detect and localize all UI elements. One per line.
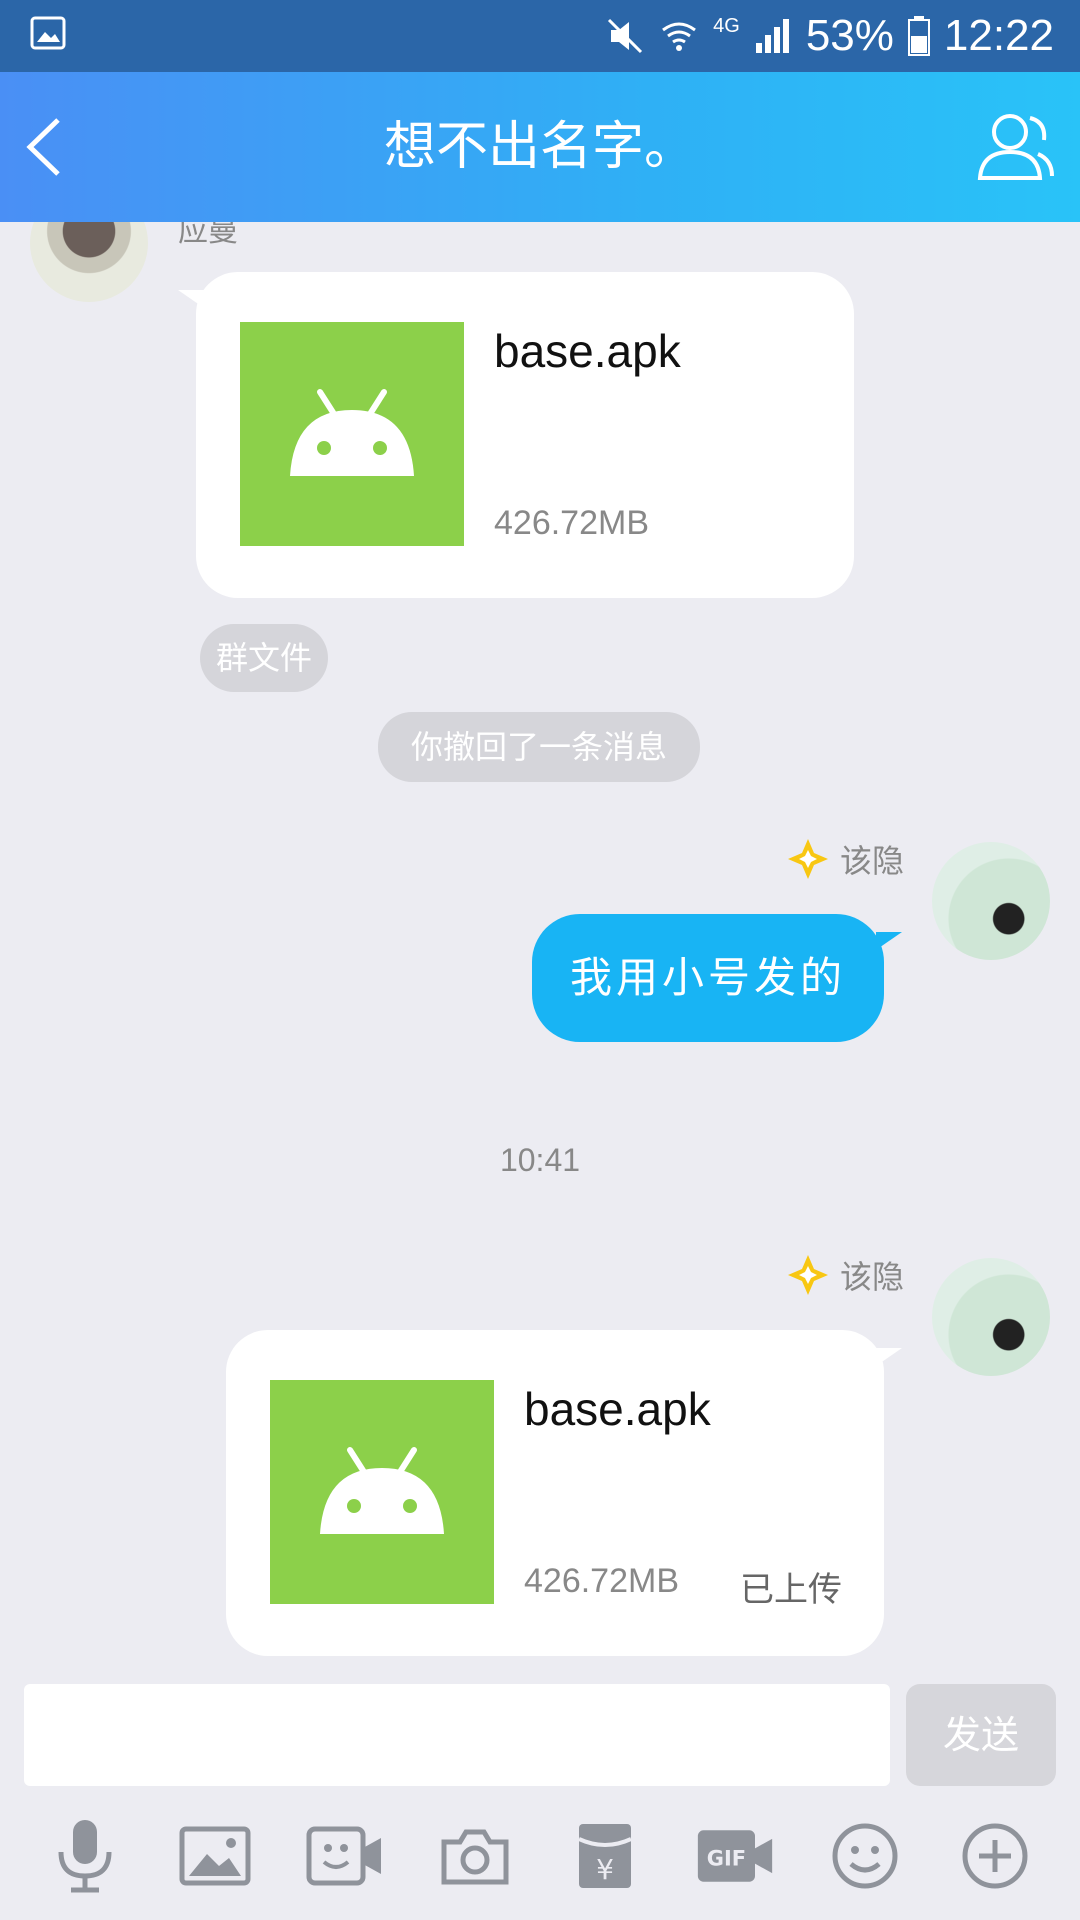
avatar-outgoing[interactable] [932, 842, 1050, 960]
status-bar: 4G 53% 12:22 [0, 0, 1080, 72]
chat-messages[interactable]: 应曼 base.apk 426.72MB 群文件 你撤回了一条消息 该隐 我用小… [0, 222, 1080, 1682]
sparkle-icon [787, 1255, 828, 1295]
mic-icon[interactable] [45, 1816, 125, 1896]
upload-status: 已上传 [740, 1570, 842, 1610]
battery-icon [907, 16, 930, 56]
svg-text:¥: ¥ [596, 1853, 614, 1886]
input-toolbar: ¥ GIF [0, 1792, 1080, 1920]
file-name: base.apk [524, 1383, 711, 1435]
sparkle-icon [787, 839, 828, 879]
svg-text:GIF: GIF [707, 1847, 746, 1871]
gallery-notification-icon [30, 16, 66, 50]
sender-name-incoming: 应曼 [178, 222, 238, 249]
message-input[interactable] [24, 1684, 890, 1786]
android-apk-icon [240, 322, 464, 546]
avatar-outgoing[interactable] [932, 1258, 1050, 1376]
sender-name-outgoing: 该隐 [839, 842, 904, 880]
mute-icon [608, 18, 643, 54]
file-size: 426.72MB [494, 504, 649, 542]
group-members-icon[interactable] [974, 108, 1056, 186]
camera-icon[interactable] [435, 1816, 515, 1896]
message-input-bar: 发送 [0, 1682, 1080, 1792]
group-file-badge[interactable]: 群文件 [200, 624, 328, 692]
sender-name-outgoing: 该隐 [839, 1258, 904, 1296]
file-name: base.apk [494, 325, 681, 377]
android-apk-icon [270, 1380, 494, 1604]
file-size: 426.72MB [524, 1562, 679, 1600]
sender-tag-outgoing: 该隐 [786, 1252, 904, 1298]
chat-title: 想不出名字。 [383, 117, 696, 177]
plus-icon[interactable] [955, 1816, 1035, 1896]
network-type: 4G [713, 14, 740, 37]
text-message-outgoing[interactable]: 我用小号发的 [532, 914, 884, 1042]
timestamp: 10:41 [499, 1142, 581, 1178]
recall-notice: 你撤回了一条消息 [378, 712, 700, 782]
chat-header: 想不出名字。 [0, 72, 1080, 222]
wifi-icon [662, 22, 697, 51]
sender-tag-outgoing: 该隐 [786, 836, 904, 882]
red-packet-icon[interactable]: ¥ [565, 1816, 645, 1896]
clock: 12:22 [943, 11, 1054, 60]
avatar-incoming[interactable] [30, 222, 148, 302]
file-message-incoming[interactable]: base.apk 426.72MB [196, 272, 854, 598]
video-icon[interactable] [305, 1816, 385, 1896]
signal-icon [755, 19, 789, 53]
send-button[interactable]: 发送 [906, 1684, 1056, 1786]
battery-percent: 53% [805, 11, 894, 60]
gif-icon[interactable]: GIF [695, 1816, 775, 1896]
image-icon[interactable] [175, 1816, 255, 1896]
file-message-outgoing[interactable]: base.apk 426.72MB 已上传 [226, 1330, 884, 1656]
emoji-icon[interactable] [825, 1816, 905, 1896]
